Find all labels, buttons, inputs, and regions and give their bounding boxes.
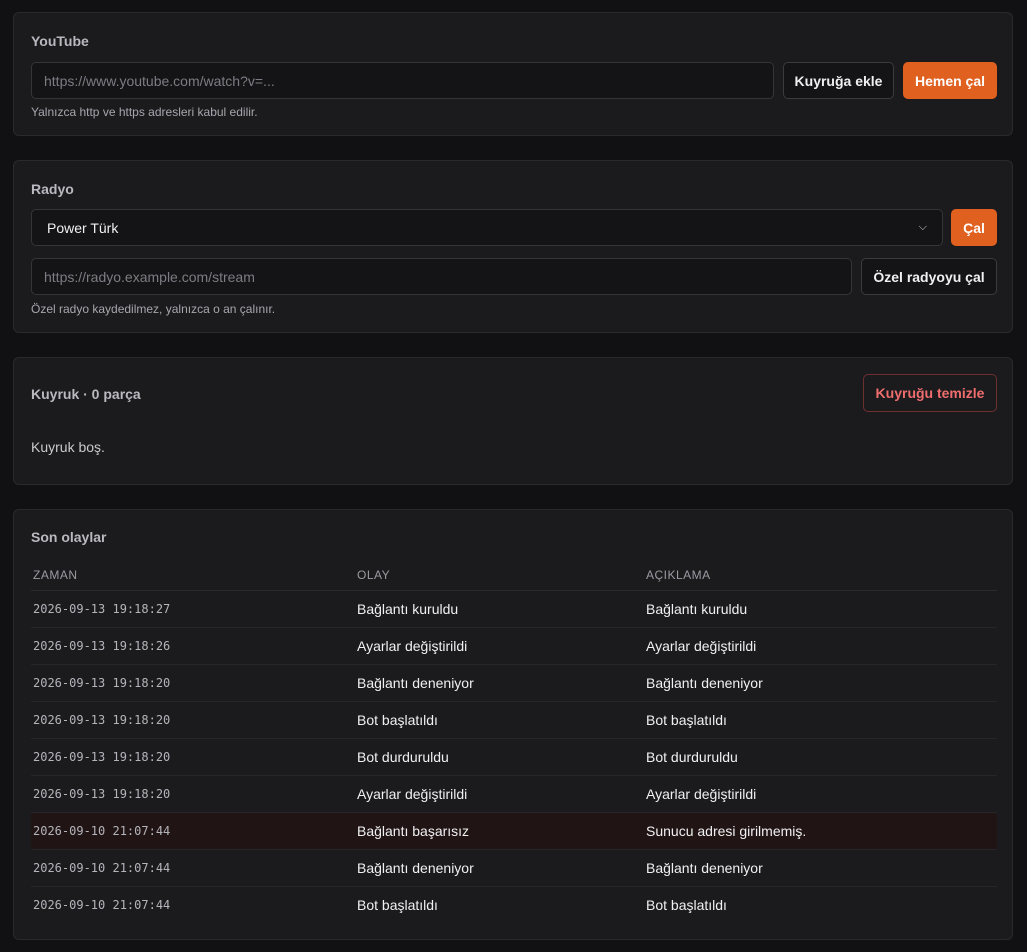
event-name: Bağlantı deneniyor: [355, 664, 644, 702]
event-name: Bot başlatıldı: [355, 701, 644, 739]
queue-card: Kuyruk · 0 parça Kuyruğu temizle Kuyruk …: [13, 357, 1013, 485]
event-name: Bağlantı deneniyor: [355, 849, 644, 887]
table-row: 2026-09-13 19:18:26 Ayarlar değiştirildi…: [31, 627, 997, 665]
event-name: Ayarlar değiştirildi: [355, 775, 644, 813]
events-table: ZAMAN OLAY AÇIKLAMA 2026-09-13 19:18:27 …: [31, 560, 997, 923]
event-time: 2026-09-13 19:18:20: [31, 664, 355, 702]
table-row: 2026-09-10 21:07:44 Bağlantı deneniyor B…: [31, 849, 997, 887]
event-time: 2026-09-13 19:18:20: [31, 738, 355, 776]
youtube-hint: Yalnızca http ve https adresleri kabul e…: [31, 105, 258, 119]
event-description: Bot başlatıldı: [644, 701, 997, 739]
column-header-time: ZAMAN: [31, 560, 355, 591]
event-time: 2026-09-13 19:18:27: [31, 590, 355, 628]
event-name: Bağlantı başarısız: [355, 812, 644, 850]
event-time: 2026-09-13 19:18:26: [31, 627, 355, 665]
youtube-url-input[interactable]: [31, 62, 774, 99]
youtube-title: YouTube: [31, 33, 89, 49]
event-description: Bağlantı deneniyor: [644, 849, 997, 887]
chevron-down-icon: ⌵: [918, 221, 927, 233]
table-row: 2026-09-13 19:18:20 Bağlantı deneniyor B…: [31, 664, 997, 702]
radio-station-select[interactable]: Power Türk ⌵: [31, 209, 943, 246]
event-name: Ayarlar değiştirildi: [355, 627, 644, 665]
event-description: Bağlantı deneniyor: [644, 664, 997, 702]
events-title: Son olaylar: [31, 529, 107, 545]
table-row: 2026-09-13 19:18:27 Bağlantı kuruldu Bağ…: [31, 590, 997, 628]
radio-play-button[interactable]: Çal: [951, 209, 997, 246]
queue-title: Kuyruk · 0 parça: [31, 386, 141, 402]
event-name: Bot başlatıldı: [357, 896, 438, 913]
event-name: Bot durduruldu: [355, 738, 644, 776]
custom-radio-play-button[interactable]: Özel radyoyu çal: [861, 258, 997, 295]
event-description: Bağlantı kuruldu: [644, 590, 997, 628]
add-to-queue-button[interactable]: Kuyruğa ekle: [783, 62, 894, 99]
table-row: 2026-09-13 19:18:20 Bot durduruldu Bot d…: [31, 738, 997, 776]
event-description: Sunucu adresi girilmemiş.: [644, 812, 997, 850]
table-row: 2026-09-13 19:18:20 Ayarlar değiştirildi…: [31, 775, 997, 813]
radio-card: Radyo Power Türk ⌵ Çal Özel radyoyu çal …: [13, 160, 1013, 333]
events-header-row: ZAMAN OLAY AÇIKLAMA: [31, 560, 997, 591]
event-description: Ayarlar değiştirildi: [644, 775, 997, 813]
custom-radio-input[interactable]: [31, 258, 852, 295]
youtube-card: YouTube Kuyruğa ekle Hemen çal Yalnızca …: [13, 12, 1013, 136]
event-time: 2026-09-13 19:18:20: [31, 775, 355, 813]
event-time: 2026-09-13 19:18:20: [31, 701, 355, 739]
event-description: Ayarlar değiştirildi: [644, 627, 997, 665]
selected-station: Power Türk: [47, 219, 119, 236]
column-header-description: AÇIKLAMA: [644, 560, 997, 591]
events-card: Son olaylar ZAMAN OLAY AÇIKLAMA 2026-09-…: [13, 509, 1013, 940]
event-name: Bağlantı kuruldu: [355, 590, 644, 628]
event-time: 2026-09-10 21:07:44: [31, 812, 355, 850]
column-header-event: OLAY: [355, 560, 644, 591]
table-row: 2026-09-10 21:07:44 Bot başlatıldı Bot b…: [31, 886, 997, 923]
table-row-error: 2026-09-10 21:07:44 Bağlantı başarısız S…: [31, 812, 997, 850]
queue-empty-text: Kuyruk boş.: [31, 439, 105, 455]
event-time: 2026-09-10 21:07:44: [33, 897, 171, 912]
clear-queue-button[interactable]: Kuyruğu temizle: [863, 374, 997, 412]
event-description: Bot başlatıldı: [646, 896, 727, 913]
play-now-button[interactable]: Hemen çal: [903, 62, 997, 99]
table-row: 2026-09-13 19:18:20 Bot başlatıldı Bot b…: [31, 701, 997, 739]
radio-hint: Özel radyo kaydedilmez, yalnızca o an ça…: [31, 302, 276, 316]
event-time: 2026-09-10 21:07:44: [31, 849, 355, 887]
event-description: Bot durduruldu: [644, 738, 997, 776]
radio-title: Radyo: [31, 181, 74, 197]
